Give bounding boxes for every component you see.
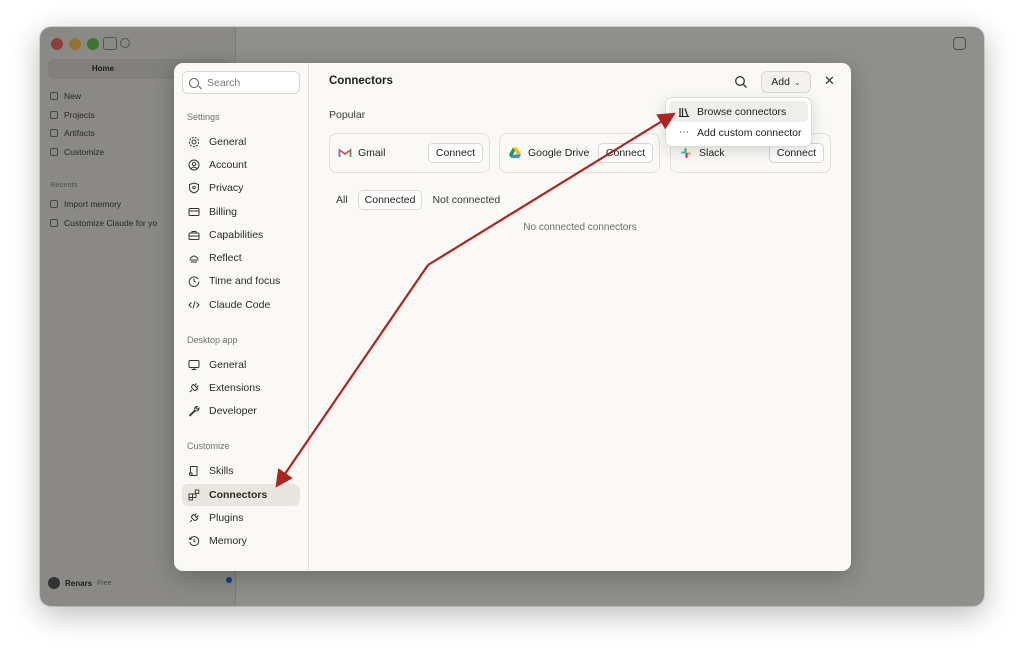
nav-settings-general[interactable]: General bbox=[182, 131, 300, 153]
nav-developer[interactable]: Developer bbox=[182, 400, 300, 422]
chevron-down-icon: ⌄ bbox=[793, 77, 801, 87]
search-icon[interactable] bbox=[734, 75, 748, 89]
connect-button[interactable]: Connect bbox=[597, 143, 653, 163]
connector-card-google-drive: Google Drive Connect bbox=[499, 133, 660, 173]
add-connector-button[interactable]: Add ⌄ bbox=[761, 71, 811, 93]
menu-item-label: Browse connectors bbox=[697, 105, 787, 118]
nav-capabilities[interactable]: Capabilities bbox=[182, 224, 300, 246]
nav-label: Account bbox=[209, 159, 247, 171]
nav-label: Developer bbox=[209, 405, 257, 417]
clock-icon bbox=[188, 275, 200, 287]
settings-search[interactable] bbox=[182, 71, 300, 94]
nav-label: Claude Code bbox=[209, 299, 271, 311]
nav-reflect[interactable]: Reflect bbox=[182, 247, 300, 269]
reflect-icon bbox=[188, 252, 200, 264]
tab-connected[interactable]: Connected bbox=[357, 190, 423, 210]
nav-privacy[interactable]: Privacy bbox=[182, 177, 300, 199]
connector-name: Google Drive bbox=[528, 147, 590, 159]
page-title: Connectors bbox=[329, 75, 393, 87]
nav-plugins[interactable]: Plugins bbox=[182, 507, 300, 529]
nav-label: Capabilities bbox=[209, 229, 264, 241]
nav-label: Extensions bbox=[209, 382, 261, 394]
section-heading-desktop-app: Desktop app bbox=[187, 335, 238, 345]
nav-extensions[interactable]: Extensions bbox=[182, 377, 300, 399]
connector-name: Gmail bbox=[358, 147, 386, 159]
scroll-icon bbox=[188, 465, 200, 477]
connectors-icon bbox=[188, 489, 200, 501]
library-icon bbox=[678, 106, 690, 118]
nav-label: General bbox=[209, 359, 247, 371]
user-circle-icon bbox=[188, 159, 200, 171]
connector-card-gmail: Gmail Connect bbox=[329, 133, 490, 173]
nav-connectors[interactable]: Connectors bbox=[182, 484, 300, 506]
close-icon[interactable]: ✕ bbox=[824, 73, 835, 89]
gear-icon bbox=[188, 136, 200, 148]
toolbox-icon bbox=[188, 229, 200, 241]
nav-label: Privacy bbox=[209, 182, 244, 194]
nav-label: Connectors bbox=[209, 489, 268, 501]
nav-memory[interactable]: Memory bbox=[182, 530, 300, 552]
section-heading-customize: Customize bbox=[187, 441, 230, 451]
connect-button[interactable]: Connect bbox=[427, 143, 483, 163]
menu-item-label: Add custom connector bbox=[697, 126, 802, 139]
add-menu: Browse connectors ⋯ Add custom connector bbox=[665, 97, 812, 147]
plug-icon bbox=[188, 512, 200, 524]
wrench-icon bbox=[188, 405, 200, 417]
add-button-label: Add bbox=[771, 76, 790, 88]
nav-claude-code[interactable]: Claude Code bbox=[182, 294, 300, 316]
nav-label: Reflect bbox=[209, 252, 242, 264]
nav-skills[interactable]: Skills bbox=[182, 460, 300, 482]
nav-time-and-focus[interactable]: Time and focus bbox=[182, 270, 300, 292]
nav-billing[interactable]: Billing bbox=[182, 201, 300, 223]
settings-sidebar: Settings General Account Privacy Billing… bbox=[174, 63, 309, 571]
nav-label: Plugins bbox=[209, 512, 244, 524]
menu-item-browse-connectors[interactable]: Browse connectors bbox=[669, 101, 808, 122]
nav-account[interactable]: Account bbox=[182, 154, 300, 176]
shield-icon bbox=[188, 182, 200, 194]
google-drive-icon bbox=[508, 146, 522, 160]
nav-label: General bbox=[209, 136, 247, 148]
nav-desktop-general[interactable]: General bbox=[182, 354, 300, 376]
gmail-icon bbox=[338, 146, 352, 160]
nav-label: Memory bbox=[209, 535, 247, 547]
connector-name: Slack bbox=[699, 147, 725, 159]
empty-state-message: No connected connectors bbox=[523, 222, 637, 233]
slack-icon bbox=[679, 146, 693, 160]
history-icon bbox=[188, 535, 200, 547]
tab-not-connected[interactable]: Not connected bbox=[425, 190, 507, 210]
popular-heading: Popular bbox=[329, 109, 366, 121]
nav-label: Time and focus bbox=[209, 275, 281, 287]
more-dots-icon: ⋯ bbox=[679, 127, 689, 138]
search-icon bbox=[189, 77, 199, 88]
tab-all[interactable]: All bbox=[329, 190, 355, 210]
code-icon bbox=[188, 299, 200, 311]
connector-filter-tabs: All Connected Not connected bbox=[329, 190, 507, 210]
nav-label: Skills bbox=[209, 465, 234, 477]
section-heading-settings: Settings bbox=[187, 112, 220, 122]
credit-card-icon bbox=[188, 206, 200, 218]
plug-icon bbox=[188, 382, 200, 394]
settings-search-input[interactable] bbox=[207, 76, 292, 89]
monitor-icon bbox=[188, 359, 200, 371]
nav-label: Billing bbox=[209, 206, 238, 218]
menu-item-add-custom-connector[interactable]: ⋯ Add custom connector bbox=[669, 122, 808, 143]
